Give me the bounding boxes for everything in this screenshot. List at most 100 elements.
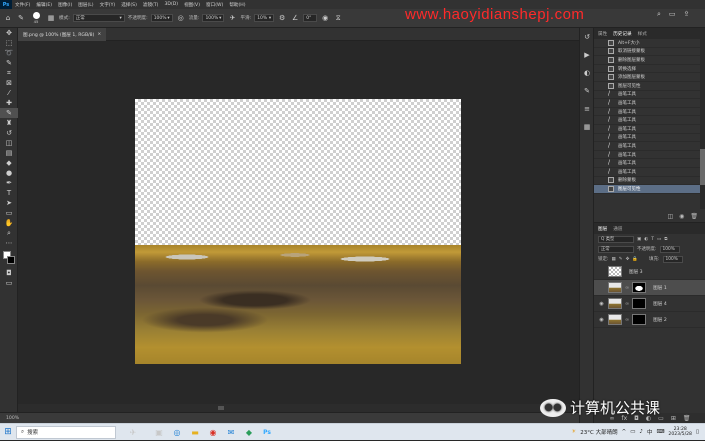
volume-icon[interactable]: ♪ xyxy=(639,429,643,435)
chrome-icon[interactable]: ◉ xyxy=(204,424,222,441)
layer-mask-thumbnail[interactable] xyxy=(632,298,647,309)
mode-select[interactable]: 正常 ▾ xyxy=(72,14,125,22)
layer-row[interactable]: ◉ ∞ 图层 4 xyxy=(594,296,705,312)
share-icon[interactable]: ⇪ xyxy=(684,10,690,19)
filter-smart-icon[interactable]: ⧉ xyxy=(664,236,667,242)
document-tab[interactable]: 图.png @ 100% (图层 1, RGB/8) × xyxy=(18,28,107,41)
history-item[interactable]: 取消链接蒙板 xyxy=(594,48,705,57)
home-icon[interactable]: ⌂ xyxy=(3,13,13,23)
menu-item[interactable]: 文件(F) xyxy=(12,2,33,8)
brush-tool-icon[interactable]: ✎ xyxy=(0,108,18,118)
angle-field[interactable]: 0° xyxy=(303,14,318,22)
adjustments-icon[interactable]: ◐ xyxy=(580,64,594,82)
scrollbar-thumb[interactable] xyxy=(700,149,705,185)
history-item[interactable]: 删除图层蒙板 xyxy=(594,56,705,65)
history-item[interactable]: / 画笔工具 xyxy=(594,91,705,100)
brush-panel-icon[interactable]: ✎ xyxy=(580,82,594,100)
quick-mask-icon[interactable]: ◘ xyxy=(0,268,18,278)
blur-tool-icon[interactable]: ◆ xyxy=(0,158,18,168)
chain-link-icon[interactable]: ∞ xyxy=(625,301,629,307)
search-icon[interactable]: ⌕ xyxy=(657,10,661,19)
history-item[interactable]: 图层可见性 xyxy=(594,185,705,194)
hand-tool-icon[interactable]: ✋ xyxy=(0,218,18,228)
menu-item[interactable]: 视图(V) xyxy=(181,2,203,8)
taskbar-search[interactable]: ⌕ 搜索 xyxy=(16,425,116,439)
symmetry-icon[interactable]: ⧖ xyxy=(333,13,343,23)
lock-move-icon[interactable]: ✥ xyxy=(626,257,630,262)
zoom-level[interactable]: 100% xyxy=(6,416,19,421)
history-brush-icon[interactable]: ↺ xyxy=(0,128,18,138)
gear-icon[interactable]: ⚙ xyxy=(277,13,287,23)
zoom-tool-icon[interactable]: ⌕ xyxy=(0,228,18,238)
properties-icon[interactable]: ≡ xyxy=(580,100,594,118)
trash-icon[interactable]: 🗑 xyxy=(683,415,691,422)
marquee-tool-icon[interactable]: ⬚ xyxy=(0,38,18,48)
history-panel-tab[interactable]: 属性 xyxy=(598,31,607,37)
layers-panel-tab[interactable]: 图层 xyxy=(598,226,607,232)
history-scrollbar[interactable] xyxy=(700,39,705,209)
weather-text[interactable]: 23°C 大部晴朗 xyxy=(580,428,617,436)
history-item[interactable]: / 画笔工具 xyxy=(594,99,705,108)
menu-item[interactable]: 选择(S) xyxy=(118,2,140,8)
opacity-field[interactable]: 100% ▾ xyxy=(150,14,173,22)
clock[interactable]: 23:28 2023/5/28 xyxy=(668,427,692,438)
pressure-size-icon[interactable]: ◉ xyxy=(320,13,330,23)
swatches-icon[interactable]: ▦ xyxy=(580,118,594,136)
history-item[interactable]: / 画笔工具 xyxy=(594,134,705,143)
notification-icon[interactable]: ▯ xyxy=(696,429,699,435)
history-panel-tab[interactable]: 历史记录 xyxy=(613,31,631,37)
background-color[interactable] xyxy=(7,256,15,264)
color-swatches[interactable] xyxy=(0,250,17,268)
layers-panel-tab[interactable]: 通道 xyxy=(613,226,622,232)
healing-brush-icon[interactable]: ✚ xyxy=(0,98,18,108)
history-item[interactable]: / 画笔工具 xyxy=(594,108,705,117)
rectangle-tool-icon[interactable]: ▭ xyxy=(0,208,18,218)
quick-select-icon[interactable]: ✎ xyxy=(0,58,18,68)
menu-item[interactable]: 窗口(W) xyxy=(203,2,226,8)
history-icon[interactable]: ↺ xyxy=(580,28,594,46)
pressure-opacity-icon[interactable]: ◎ xyxy=(176,13,186,23)
ime-indicator[interactable]: 中 xyxy=(647,428,653,436)
history-item[interactable]: 添加图层蒙板 xyxy=(594,73,705,82)
flow-field[interactable]: 100% ▾ xyxy=(202,14,225,22)
menu-item[interactable]: 文字(Y) xyxy=(97,2,119,8)
menu-item[interactable]: 图像(I) xyxy=(55,2,75,8)
smooth-field[interactable]: 10% ▾ xyxy=(254,14,275,22)
filter-type-icon[interactable]: T xyxy=(651,237,654,242)
network-icon[interactable]: ▭ xyxy=(630,429,635,435)
eyedropper-icon[interactable]: ⁄ xyxy=(0,88,18,98)
chain-link-icon[interactable]: ∞ xyxy=(625,285,629,291)
close-icon[interactable]: × xyxy=(97,32,101,37)
snapshot-icon[interactable]: ◫ xyxy=(667,213,673,220)
edge-icon[interactable]: ◎ xyxy=(168,424,186,441)
history-item[interactable]: 删除蒙板 xyxy=(594,177,705,186)
tray-chevron-icon[interactable]: ^ xyxy=(622,429,627,435)
layer-mask-thumbnail[interactable] xyxy=(632,282,647,293)
workspace-icon[interactable]: ▭ xyxy=(669,10,676,19)
eye-icon[interactable]: ◉ xyxy=(598,317,605,323)
trash-icon[interactable]: 🗑 xyxy=(690,213,698,220)
filter-pixel-icon[interactable]: ▣ xyxy=(637,237,641,242)
clone-stamp-icon[interactable]: ♜ xyxy=(0,118,18,128)
scrollbar-thumb[interactable] xyxy=(218,406,224,410)
history-item[interactable]: / 画笔工具 xyxy=(594,159,705,168)
taskbar-news-thumbnail[interactable]: ✈ xyxy=(116,424,150,441)
app-icon[interactable]: ◆ xyxy=(240,424,258,441)
lock-all-icon[interactable]: 🔒 xyxy=(632,257,638,262)
history-item[interactable]: 转换选择 xyxy=(594,65,705,74)
history-item[interactable]: Alt+F大小 xyxy=(594,39,705,48)
dodge-tool-icon[interactable]: ● xyxy=(0,168,18,178)
type-tool-icon[interactable]: T xyxy=(0,188,18,198)
brush-preset-picker[interactable]: 45 xyxy=(29,12,43,24)
lasso-tool-icon[interactable]: ➰ xyxy=(0,48,18,58)
camera-icon[interactable]: ◉ xyxy=(679,213,684,220)
layer-opacity-field[interactable]: 100% xyxy=(659,245,680,253)
lock-pixels-icon[interactable]: ▦ xyxy=(612,257,616,262)
new-layer-icon[interactable]: ⊞ xyxy=(671,415,676,422)
eraser-icon[interactable]: ◫ xyxy=(0,138,18,148)
menu-item[interactable]: 图层(L) xyxy=(75,2,96,8)
gradient-tool-icon[interactable]: ▤ xyxy=(0,148,18,158)
windows-start-icon[interactable]: ⊞ xyxy=(0,424,16,441)
photoshop-taskbar-icon[interactable]: Ps xyxy=(258,424,276,441)
task-view-icon[interactable]: ▣ xyxy=(150,424,168,441)
